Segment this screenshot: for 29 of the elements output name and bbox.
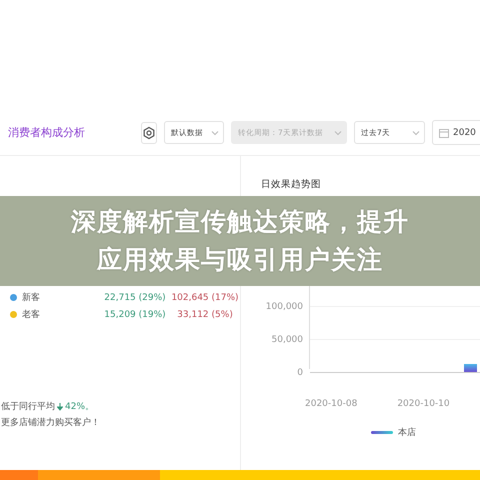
change-value: 42%。 [65, 401, 94, 413]
banner-headline: 应用效果与吸引用户关注 [97, 244, 383, 276]
axis-tick-label: 2020-10-08 [305, 399, 358, 409]
settings-icon [142, 126, 156, 140]
table-cell: 33,112 (5%) [177, 310, 233, 320]
table-cell: 102,645 (17%) [171, 292, 239, 302]
axis-tick-label: 2020-10-10 [397, 399, 450, 409]
settings-button[interactable] [141, 122, 157, 144]
table-cell: 22,715 (29%) [104, 292, 166, 302]
axis-tick-label: 50,000 [272, 335, 303, 347]
date-field[interactable]: 2020 [432, 120, 480, 145]
legend-label: 本店 [398, 426, 416, 439]
caret-icon [412, 130, 420, 136]
axis-tick-label: 100,000 [266, 302, 303, 314]
row-label: 新客 [22, 292, 40, 304]
caret-icon [334, 130, 342, 136]
axis-tick-label: 0 [297, 368, 303, 380]
row-label: 老客 [22, 308, 40, 321]
table-cell: 15,209 (19%) [104, 310, 166, 320]
caret-icon [211, 130, 219, 136]
note-text: 更多店铺潜力购买客户！ [1, 416, 101, 429]
note-text: 低于同行平均 [1, 400, 55, 413]
calendar-icon [439, 128, 449, 138]
page-title: 消费者构成分析 [8, 125, 86, 140]
chart-bar [464, 364, 477, 372]
banner-headline: 深度解析宣传触达策略，提升 [71, 206, 409, 238]
down-arrow-icon [57, 402, 63, 410]
chart-title: 日效果趋势图 [261, 178, 322, 191]
legend-line-icon [371, 430, 393, 435]
